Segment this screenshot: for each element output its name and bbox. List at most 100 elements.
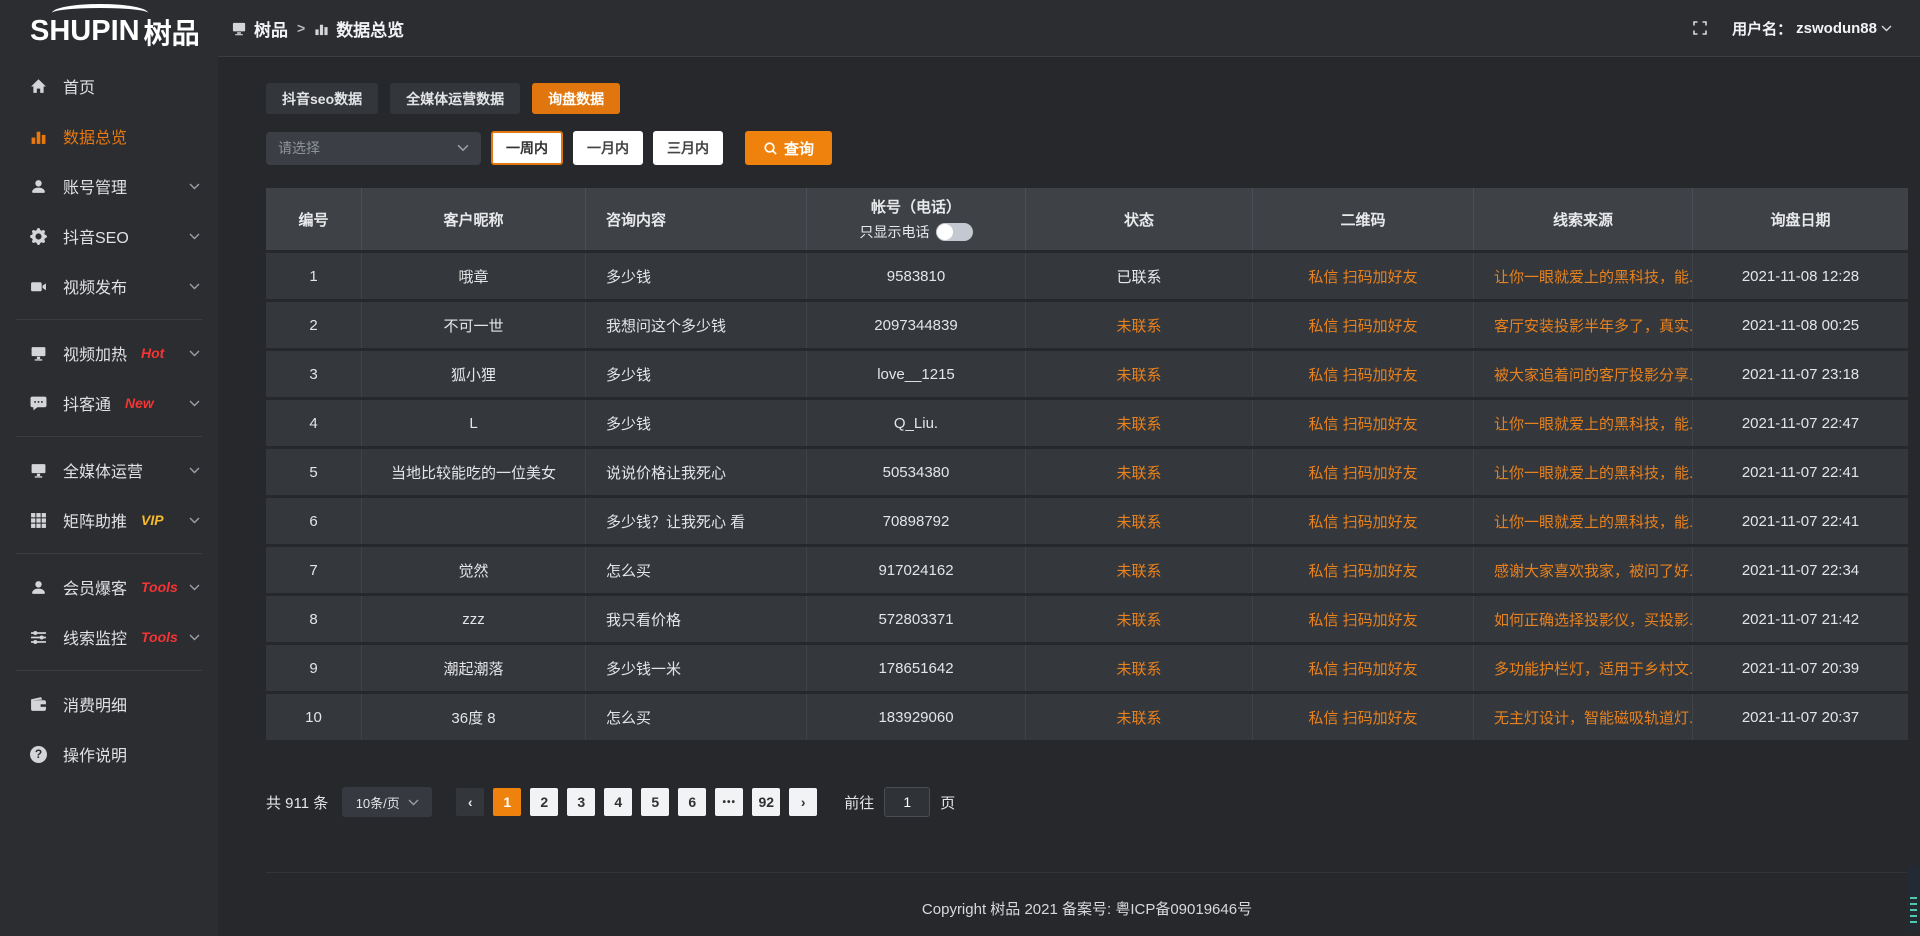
cell-nickname: 觉然: [362, 547, 586, 593]
tab-button[interactable]: 抖音seo数据: [266, 83, 378, 114]
sidebar-item-video-publish[interactable]: 视频发布: [0, 261, 218, 311]
select-placeholder: 请选择: [278, 138, 320, 158]
page-number-button[interactable]: 1: [493, 788, 521, 816]
cell-id: 6: [266, 498, 362, 544]
sidebar-item-consumption-details[interactable]: 消费明细: [0, 679, 218, 729]
sidebar-item-douketong[interactable]: 抖客通 New: [0, 378, 218, 428]
page-number-button[interactable]: •••: [715, 788, 743, 816]
sidebar-item-instructions[interactable]: ? 操作说明: [0, 729, 218, 779]
sidebar-item-douyin-seo[interactable]: 抖音SEO: [0, 211, 218, 261]
sidebar-item-member-baoke[interactable]: 会员爆客 Tools: [0, 562, 218, 612]
main-content: 抖音seo数据 全媒体运营数据 询盘数据 请选择 一周内 一月内 三月内: [218, 57, 1920, 936]
user-icon: [30, 579, 47, 596]
pagination: 共 911 条 10条/页 ‹ 1 2 3 4 5 6 ••• 92: [266, 787, 1908, 817]
total-count: 共 911 条: [266, 792, 328, 813]
fullscreen-icon[interactable]: [1692, 20, 1708, 36]
table-row: 2 不可一世 我想问这个多少钱 2097344839 未联系 私信 扫码加好友 …: [266, 302, 1908, 348]
chevron-down-icon: [457, 144, 469, 152]
cell-source-link[interactable]: 被大家追着问的客厅投影分享...: [1474, 351, 1693, 397]
page-number-button[interactable]: 4: [604, 788, 632, 816]
cell-qrcode-link[interactable]: 私信 扫码加好友: [1253, 645, 1474, 691]
page-footer: Copyright 树品 2021 备案号: 粤ICP备09019646号: [266, 872, 1908, 936]
tab-button[interactable]: 询盘数据: [532, 83, 620, 114]
breadcrumb-current: 数据总览: [336, 16, 404, 41]
chevron-down-icon: [189, 350, 200, 357]
cell-source-link[interactable]: 让你一眼就爱上的黑科技，能...: [1474, 498, 1693, 544]
cell-qrcode-link[interactable]: 私信 扫码加好友: [1253, 253, 1474, 299]
cell-content: 多少钱: [586, 351, 807, 397]
page-number-button[interactable]: 2: [530, 788, 558, 816]
cell-source-link[interactable]: 感谢大家喜欢我家，被问了好...: [1474, 547, 1693, 593]
tools-badge: Tools: [141, 579, 178, 595]
next-page-button[interactable]: ›: [789, 788, 817, 816]
tab-button[interactable]: 全媒体运营数据: [390, 83, 520, 114]
sidebar-item-account-management[interactable]: 账号管理: [0, 161, 218, 211]
sidebar-item-matrix-boost[interactable]: 矩阵助推 VIP: [0, 495, 218, 545]
cell-source-link[interactable]: 无主灯设计，智能磁吸轨道灯...: [1474, 694, 1693, 740]
jump-page-input[interactable]: [884, 787, 930, 817]
home-icon: [30, 78, 47, 95]
chevron-down-icon: [189, 400, 200, 407]
cell-qrcode-link[interactable]: 私信 扫码加好友: [1253, 351, 1474, 397]
chevron-down-icon: [189, 467, 200, 474]
cell-account: 183929060: [807, 694, 1026, 740]
cell-qrcode-link[interactable]: 私信 扫码加好友: [1253, 498, 1474, 544]
table-row: 10 36度 8 怎么买 183929060 未联系 私信 扫码加好友 无主灯设…: [266, 694, 1908, 740]
monitor-icon: [30, 345, 47, 362]
sidebar-item-omnimedia-operation[interactable]: 全媒体运营: [0, 445, 218, 495]
cell-source-link[interactable]: 让你一眼就爱上的黑科技，能...: [1474, 449, 1693, 495]
cell-source-link[interactable]: 如何正确选择投影仪，买投影...: [1474, 596, 1693, 642]
sidebar-item-data-overview[interactable]: 数据总览: [0, 111, 218, 161]
sidebar-item-home[interactable]: 首页: [0, 61, 218, 111]
cell-date: 2021-11-07 22:41: [1693, 498, 1908, 544]
cell-source-link[interactable]: 让你一眼就爱上的黑科技，能...: [1474, 400, 1693, 446]
cell-qrcode-link[interactable]: 私信 扫码加好友: [1253, 449, 1474, 495]
page-number-button[interactable]: 92: [752, 788, 780, 816]
table-row: 1 哦章 多少钱 9583810 已联系 私信 扫码加好友 让你一眼就爱上的黑科…: [266, 253, 1908, 299]
cell-qrcode-link[interactable]: 私信 扫码加好友: [1253, 694, 1474, 740]
page-number-button[interactable]: 3: [567, 788, 595, 816]
floating-widget[interactable]: [1907, 866, 1920, 930]
col-content: 咨询内容: [586, 188, 807, 250]
logo[interactable]: SHUPIN 树品: [0, 0, 218, 57]
chevron-down-icon: [189, 584, 200, 591]
vip-badge: VIP: [141, 512, 164, 528]
sidebar-divider: [16, 436, 202, 437]
account-select[interactable]: 请选择: [266, 132, 481, 165]
query-button[interactable]: 查询: [745, 131, 832, 165]
cell-id: 9: [266, 645, 362, 691]
prev-page-button[interactable]: ‹: [456, 788, 484, 816]
cell-content: 多少钱一米: [586, 645, 807, 691]
cell-source-link[interactable]: 让你一眼就爱上的黑科技，能...: [1474, 253, 1693, 299]
range-button[interactable]: 三月内: [653, 131, 723, 165]
page-number-button[interactable]: 6: [678, 788, 706, 816]
range-button[interactable]: 一月内: [573, 131, 643, 165]
sidebar-item-video-heating[interactable]: 视频加热 Hot: [0, 328, 218, 378]
cell-status: 未联系: [1026, 547, 1253, 593]
video-camera-icon: [30, 278, 47, 295]
cell-qrcode-link[interactable]: 私信 扫码加好友: [1253, 400, 1474, 446]
cell-date: 2021-11-07 23:18: [1693, 351, 1908, 397]
user-icon: [30, 178, 47, 195]
sidebar-item-lead-monitoring[interactable]: 线索监控 Tools: [0, 612, 218, 662]
sliders-icon: [30, 629, 47, 646]
cell-qrcode-link[interactable]: 私信 扫码加好友: [1253, 302, 1474, 348]
phone-only-toggle[interactable]: [936, 223, 973, 241]
breadcrumb-root[interactable]: 树品: [254, 16, 288, 41]
cell-nickname: 当地比较能吃的一位美女: [362, 449, 586, 495]
chevron-down-icon: [189, 233, 200, 240]
cell-qrcode-link[interactable]: 私信 扫码加好友: [1253, 596, 1474, 642]
cell-nickname: [362, 498, 586, 544]
range-button[interactable]: 一周内: [491, 131, 563, 165]
cell-status: 未联系: [1026, 351, 1253, 397]
cell-qrcode-link[interactable]: 私信 扫码加好友: [1253, 547, 1474, 593]
cell-source-link[interactable]: 客厅安装投影半年多了，真实...: [1474, 302, 1693, 348]
cell-date: 2021-11-07 20:39: [1693, 645, 1908, 691]
query-button-label: 查询: [784, 138, 814, 159]
page-size-select[interactable]: 10条/页: [342, 787, 432, 817]
cell-source-link[interactable]: 多功能护栏灯，适用于乡村文...: [1474, 645, 1693, 691]
cell-content: 说说价格让我死心: [586, 449, 807, 495]
user-menu[interactable]: 用户名： zswodun88: [1732, 18, 1892, 39]
page-number-button[interactable]: 5: [641, 788, 669, 816]
hot-badge: Hot: [141, 345, 164, 361]
